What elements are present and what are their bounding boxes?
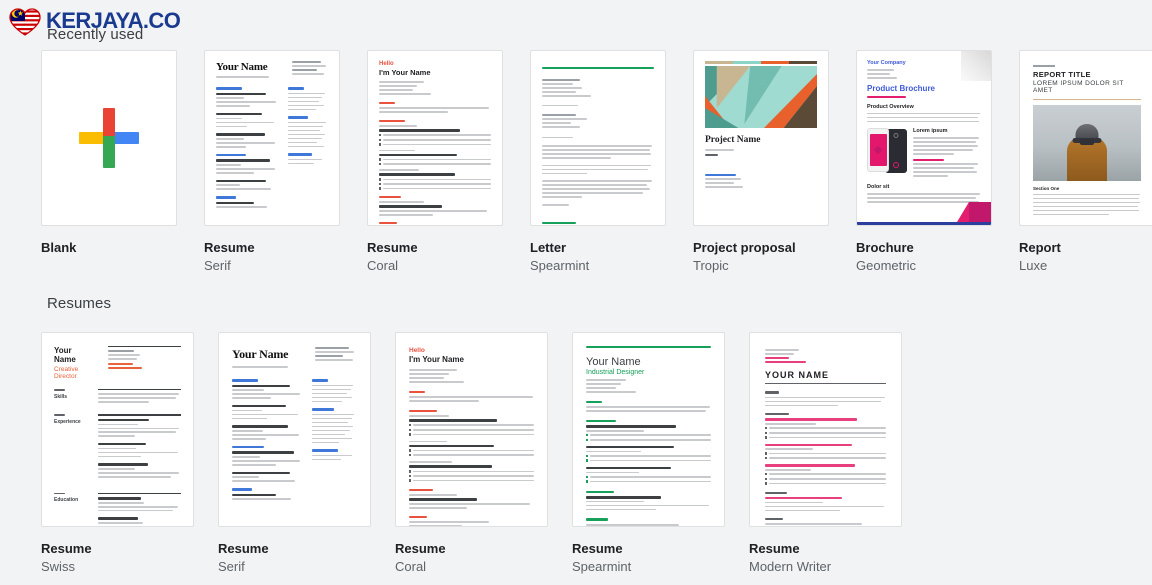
template-subtitle: Serif [204,258,231,273]
report-photo [1033,104,1141,181]
template-thumbnail-resume-swiss[interactable]: Your Name Creative Director Skills Exper… [41,332,194,527]
brand-name: KERJAYA.CO [46,8,181,33]
template-thumbnail-report-luxe[interactable]: REPORT TITLE LOREM IPSUM DOLOR SIT AMET … [1019,50,1152,226]
template-title: Blank [41,240,77,255]
thumb-name-text: Your Name [216,61,268,73]
template-card-resume-serif-2[interactable]: Your Name Resume Serif [218,332,371,575]
template-title: Resume [395,541,446,556]
section-heading-resumes: Resumes [47,295,112,312]
thumb-name-text: YOUR NAME [765,369,830,380]
brand-logo[interactable]: KERJAYA.CO [0,0,181,42]
resumes-row: Your Name Creative Director Skills Exper… [41,332,902,575]
template-title: Brochure [856,240,914,255]
template-subtitle: Modern Writer [749,559,832,574]
recently-used-row: Blank Your Name Resume Serif Hello I'm Y… [41,50,1152,274]
template-title: Report [1019,240,1061,255]
template-card-report-luxe[interactable]: REPORT TITLE LOREM IPSUM DOLOR SIT AMET … [1019,50,1152,274]
template-title: Resume [749,541,800,556]
thumb-hello-text: Hello [409,347,425,354]
thumb-role-text: Industrial Designer [586,369,645,376]
template-title: Resume [41,541,92,556]
template-title: Resume [204,240,255,255]
template-card-brochure-geometric[interactable]: Your Company Product Brochure Product Ov… [856,50,992,274]
template-card-resume-serif[interactable]: Your Name Resume Serif [204,50,340,274]
template-thumbnail-resume-serif[interactable]: Your Name [204,50,340,226]
template-subtitle: Geometric [856,258,916,273]
template-thumbnail-resume-modern-writer[interactable]: YOUR NAME [749,332,902,527]
template-gallery: KERJAYA.CO Recently used Resumes Blank Y… [0,0,1152,585]
plus-icon [77,106,141,170]
template-subtitle: Serif [218,559,245,574]
template-subtitle: Luxe [1019,258,1048,273]
template-subtitle: Coral [395,559,427,574]
template-title: Project proposal [693,240,796,255]
template-subtitle: Spearmint [530,258,590,273]
template-thumbnail-resume-serif-2[interactable]: Your Name [218,332,371,527]
template-card-letter-spearmint[interactable]: Letter Spearmint [530,50,666,274]
template-card-resume-spearmint[interactable]: Your Name Industrial Designer Resume Spe… [572,332,725,575]
template-card-project-proposal-tropic[interactable]: Project Name Project proposal Tropic [693,50,829,274]
bottom-bar-decoration [857,222,991,225]
thumb-report-subtitle: LOREM IPSUM DOLOR SIT AMET [1033,79,1124,94]
thumb-name-text: Your Name [586,356,641,368]
template-title: Resume [572,541,623,556]
template-title: Resume [218,541,269,556]
template-card-resume-modern-writer[interactable]: YOUR NAME Resume Modern Writer [749,332,902,575]
thumb-role-text: Creative Director [54,366,79,380]
template-subtitle: Swiss [41,559,75,574]
template-thumbnail-brochure[interactable]: Your Company Product Brochure Product Ov… [856,50,992,226]
template-thumbnail-letter-spearmint[interactable] [530,50,666,226]
phone-illustration-light [867,128,889,173]
template-thumbnail-resume-coral[interactable]: Hello I'm Your Name [367,50,503,226]
template-card-resume-coral[interactable]: Hello I'm Your Name Resume Coral [367,50,503,274]
malaysia-flag-heart-icon [9,8,41,36]
template-card-resume-swiss[interactable]: Your Name Creative Director Skills Exper… [41,332,194,575]
template-subtitle: Spearmint [572,559,632,574]
template-thumbnail-resume-coral-2[interactable]: Hello I'm Your Name [395,332,548,527]
template-title: Letter [530,240,567,255]
template-thumbnail-blank[interactable] [41,50,177,226]
thumb-hello-text: Hello [379,61,394,67]
template-subtitle: Tropic [693,258,729,273]
template-card-blank[interactable]: Blank [41,50,177,274]
thumb-brochure-title: Product Brochure [867,83,936,93]
thumb-report-title: REPORT TITLE [1033,69,1091,79]
color-stripe [705,61,817,64]
template-subtitle: Coral [367,258,399,273]
template-thumbnail-resume-spearmint[interactable]: Your Name Industrial Designer [572,332,725,527]
thumb-company-text: Your Company [867,60,906,66]
template-card-resume-coral-2[interactable]: Hello I'm Your Name Resume Coral [395,332,548,575]
thumb-name-text: Your Name [232,347,289,361]
pink-triangle-decoration [947,202,991,222]
thumb-project-name: Project Name [705,135,761,145]
template-thumbnail-project-proposal[interactable]: Project Name [693,50,829,226]
template-title: Resume [367,240,418,255]
geometric-artwork [705,66,817,128]
